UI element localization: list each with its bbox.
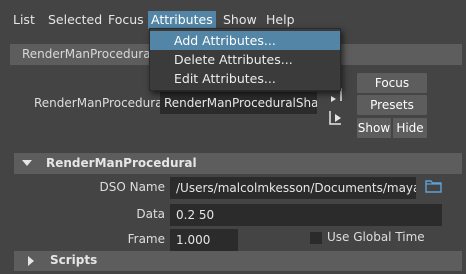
use-global-time-checkbox[interactable] [310, 232, 322, 244]
use-global-time-label: Use Global Time [327, 230, 425, 244]
menu-selected[interactable]: Selected [45, 11, 105, 29]
section-title: RenderManProcedural [46, 156, 197, 170]
show-button[interactable]: Show [357, 118, 391, 138]
add-attributes-menu-item[interactable]: Add Attributes... [150, 31, 340, 50]
edit-attributes-menu-item[interactable]: Edit Attributes... [150, 69, 340, 88]
folder-icon[interactable] [425, 179, 442, 193]
scripts-title: Scripts [50, 253, 98, 267]
output-connection-icon[interactable] [327, 109, 345, 127]
scripts-section-header[interactable]: Scripts [14, 251, 462, 271]
menu-focus[interactable]: Focus [105, 11, 147, 29]
attributes-dropdown-menu: Add Attributes... Delete Attributes... E… [149, 28, 341, 91]
node-name-label: RenderManProcedural: [34, 96, 170, 110]
panel-title: RenderManProcedural [22, 47, 154, 61]
presets-button[interactable]: Presets [357, 95, 427, 115]
collapsed-triangle-icon [28, 256, 34, 266]
dso-name-label: DSO Name [99, 180, 165, 194]
menu-show[interactable]: Show [220, 11, 260, 29]
dso-name-field[interactable]: /Users/malcolmkesson/Documents/maya/rfr [170, 177, 416, 199]
data-field[interactable]: 0.2 50 [170, 204, 442, 226]
delete-attributes-menu-item[interactable]: Delete Attributes... [150, 50, 340, 69]
menu-attributes[interactable]: Attributes [148, 11, 216, 29]
menu-help[interactable]: Help [263, 11, 298, 29]
frame-label: Frame [127, 232, 165, 246]
focus-button[interactable]: Focus [357, 73, 427, 93]
hide-button[interactable]: Hide [393, 118, 427, 138]
node-name-field[interactable]: RenderManProceduralShape [160, 92, 317, 114]
data-label: Data [136, 207, 165, 221]
section-header[interactable]: RenderManProcedural [14, 153, 462, 174]
menu-list[interactable]: List [10, 11, 38, 29]
expanded-triangle-icon [22, 160, 32, 166]
frame-field[interactable]: 1.000 [170, 229, 238, 251]
